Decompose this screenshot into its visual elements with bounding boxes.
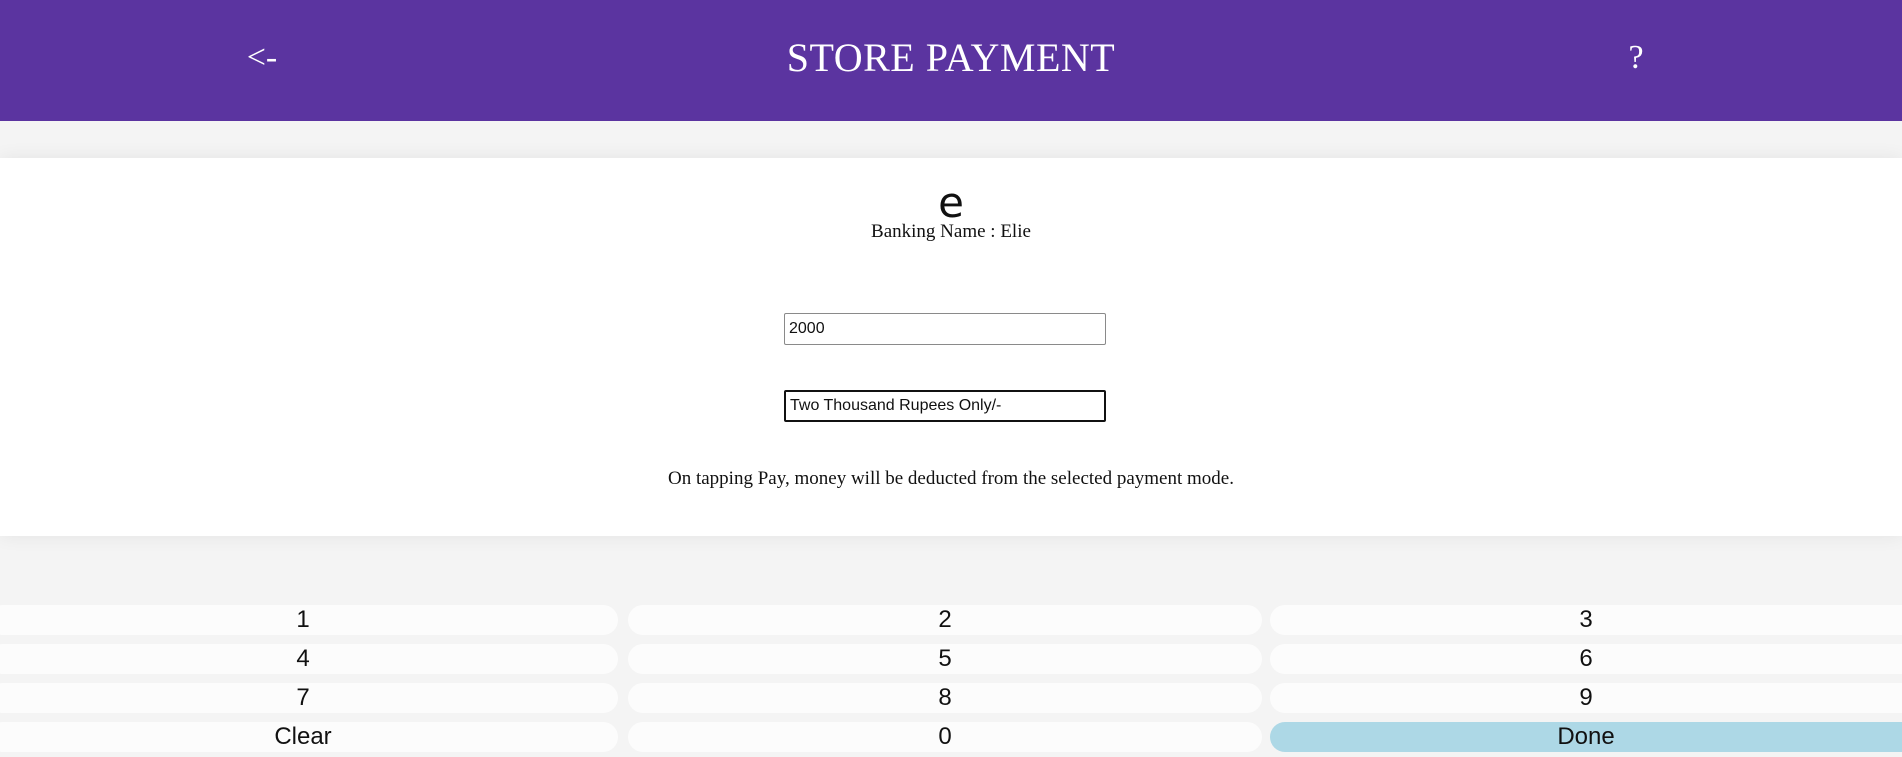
amount-in-words-input[interactable] xyxy=(784,390,1106,422)
key-8[interactable]: 8 xyxy=(628,683,1262,713)
key-6[interactable]: 6 xyxy=(1270,644,1902,674)
key-3[interactable]: 3 xyxy=(1270,605,1902,635)
app-header: <- STORE PAYMENT ? xyxy=(0,0,1902,121)
key-7[interactable]: 7 xyxy=(0,683,618,713)
amount-input[interactable] xyxy=(784,313,1106,345)
key-0[interactable]: 0 xyxy=(628,722,1262,752)
help-button[interactable]: ? xyxy=(1618,36,1654,80)
key-5[interactable]: 5 xyxy=(628,644,1262,674)
key-2[interactable]: 2 xyxy=(628,605,1262,635)
payment-card: e Banking Name : Elie On tapping Pay, mo… xyxy=(0,158,1902,536)
page-title: STORE PAYMENT xyxy=(786,35,1116,80)
key-4[interactable]: 4 xyxy=(0,644,618,674)
key-1[interactable]: 1 xyxy=(0,605,618,635)
key-9[interactable]: 9 xyxy=(1270,683,1902,713)
payment-notice: On tapping Pay, money will be deducted f… xyxy=(668,468,1234,489)
done-button[interactable]: Done xyxy=(1270,722,1902,752)
clear-button[interactable]: Clear xyxy=(0,722,618,752)
banking-name: Banking Name : Elie xyxy=(871,221,1031,242)
